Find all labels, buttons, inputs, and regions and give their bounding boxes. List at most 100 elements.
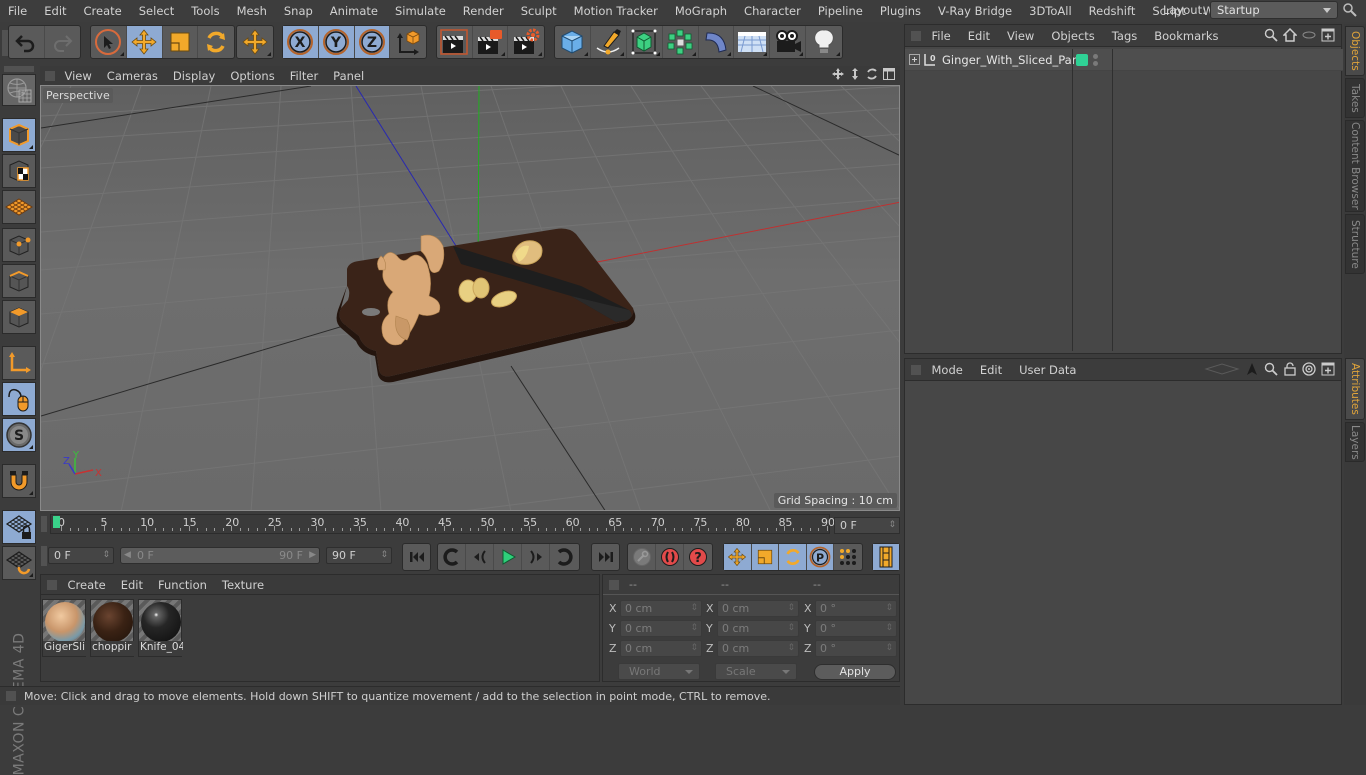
- workplane-align-button[interactable]: [2, 546, 36, 580]
- viewport-menu-view[interactable]: View: [57, 69, 99, 83]
- material-swatch-chopping-board[interactable]: choppir: [90, 599, 135, 657]
- object-menu-objects[interactable]: Objects: [1043, 29, 1103, 43]
- go-to-start-button[interactable]: [403, 544, 430, 570]
- search-icon[interactable]: [1264, 28, 1278, 42]
- solo-mode-button[interactable]: S: [2, 418, 36, 452]
- status-grip[interactable]: [6, 691, 16, 701]
- bend-deformer-button[interactable]: [699, 26, 735, 58]
- coordinate-type-dropdown[interactable]: Scale: [715, 663, 797, 680]
- size-z-field[interactable]: 0 cm: [717, 640, 799, 657]
- editor-visibility-dot[interactable]: [1093, 54, 1098, 59]
- up-arrow-icon[interactable]: [1245, 362, 1259, 376]
- timeline-playhead[interactable]: [53, 516, 60, 528]
- size-y-field[interactable]: 0 cm: [717, 620, 799, 637]
- size-x-field[interactable]: 0 cm: [717, 600, 799, 617]
- new-panel-icon[interactable]: [1321, 28, 1335, 42]
- menu-mesh[interactable]: Mesh: [228, 4, 275, 18]
- attribute-menu-grip[interactable]: [911, 364, 921, 375]
- workplane-lock-button[interactable]: [2, 510, 36, 544]
- viewport-perspective[interactable]: Perspective Y X Z Grid Spacing : 10 cm: [40, 85, 900, 511]
- pen-spline-button[interactable]: [591, 26, 627, 58]
- tab-content-browser[interactable]: Content Browser: [1345, 120, 1365, 212]
- menu-simulate[interactable]: Simulate: [386, 4, 454, 18]
- menu-select[interactable]: Select: [130, 4, 182, 18]
- home-icon[interactable]: [1283, 28, 1297, 42]
- object-menu-tags[interactable]: Tags: [1103, 29, 1145, 43]
- object-menu-file[interactable]: File: [923, 29, 959, 43]
- polygons-mode-button[interactable]: [2, 300, 36, 334]
- attribute-menu-mode[interactable]: Mode: [923, 363, 971, 377]
- menu-3dtoall[interactable]: 3DToAll: [1021, 4, 1081, 18]
- keyframe-selection-button[interactable]: [628, 544, 656, 570]
- scale-key-button[interactable]: [751, 544, 780, 570]
- z-axis-lock-button[interactable]: Z: [354, 26, 391, 58]
- menu-render[interactable]: Render: [454, 4, 512, 18]
- object-menu-bookmarks[interactable]: Bookmarks: [1146, 29, 1227, 43]
- recent-tool-button[interactable]: [237, 26, 273, 58]
- timeline-ruler[interactable]: 0 5 10 15 20 25 30 35 40 45 50 55 60 65 70 75 80 85 90: [50, 514, 835, 534]
- point-level-animation-button[interactable]: [834, 544, 862, 570]
- render-settings-button[interactable]: [508, 26, 544, 58]
- object-name[interactable]: Ginger_With_Sliced_Part: [942, 53, 1081, 67]
- position-y-field[interactable]: 0 cm: [620, 620, 702, 637]
- cube-button[interactable]: [555, 26, 591, 58]
- render-view-button[interactable]: [437, 26, 473, 58]
- material-menu-function[interactable]: Function: [151, 578, 215, 592]
- material-swatch-knife[interactable]: Knife_04: [138, 599, 183, 657]
- edges-mode-button[interactable]: [2, 264, 36, 298]
- tab-structure[interactable]: Structure: [1345, 214, 1365, 274]
- menu-motion-tracker[interactable]: Motion Tracker: [565, 4, 666, 18]
- coordinate-system-button[interactable]: [390, 26, 426, 58]
- new-panel-icon[interactable]: [1321, 362, 1335, 376]
- parameter-key-button[interactable]: P: [806, 544, 835, 570]
- menu-sculpt[interactable]: Sculpt: [512, 4, 565, 18]
- render-visibility-dot[interactable]: [1093, 61, 1098, 66]
- make-editable-button[interactable]: [2, 74, 36, 106]
- object-menu-view[interactable]: View: [999, 29, 1043, 43]
- tab-takes[interactable]: Takes: [1345, 78, 1365, 118]
- viewport-menu-panel[interactable]: Panel: [326, 69, 372, 83]
- lock-icon[interactable]: [1283, 362, 1297, 376]
- end-frame-field[interactable]: 90 F: [326, 547, 392, 564]
- material-menu-create[interactable]: Create: [60, 578, 113, 592]
- viewport-menu-options[interactable]: Options: [223, 69, 282, 83]
- undo-button[interactable]: [9, 26, 45, 58]
- menu-animate[interactable]: Animate: [321, 4, 386, 18]
- search-icon[interactable]: [1264, 362, 1278, 376]
- search-icon[interactable]: [1342, 2, 1358, 18]
- tab-attributes[interactable]: Attributes: [1345, 358, 1365, 420]
- zoom-view-icon[interactable]: [848, 67, 862, 81]
- menu-vray-bridge[interactable]: V-Ray Bridge: [930, 4, 1021, 18]
- y-axis-lock-button[interactable]: Y: [318, 26, 355, 58]
- rotation-b-field[interactable]: 0 °: [815, 640, 897, 657]
- menu-edit[interactable]: Edit: [36, 4, 75, 18]
- tweak-mode-button[interactable]: [2, 382, 36, 416]
- camera-button[interactable]: [770, 26, 807, 58]
- next-frame-button[interactable]: [522, 544, 550, 570]
- snap-button[interactable]: [2, 464, 36, 498]
- render-to-picture-viewer-button[interactable]: [473, 26, 509, 58]
- position-x-field[interactable]: 0 cm: [620, 600, 702, 617]
- redo-button[interactable]: [45, 26, 81, 58]
- start-frame-field[interactable]: 0 F: [48, 547, 114, 564]
- menu-file[interactable]: File: [0, 4, 36, 18]
- move-view-icon[interactable]: [831, 67, 845, 81]
- light-button[interactable]: [806, 26, 842, 58]
- rotation-p-field[interactable]: 0 °: [815, 620, 897, 637]
- maximize-view-icon[interactable]: [882, 67, 896, 81]
- coordinates-grip[interactable]: [609, 579, 619, 590]
- autokeying-button[interactable]: ?: [684, 544, 712, 570]
- left-toolbar-grip[interactable]: [4, 66, 34, 72]
- material-swatch-ginger[interactable]: GigerSli: [42, 599, 87, 657]
- play-button[interactable]: [494, 544, 522, 570]
- menu-pipeline[interactable]: Pipeline: [809, 4, 871, 18]
- viewport-menu-display[interactable]: Display: [165, 69, 222, 83]
- texture-mode-button[interactable]: [2, 154, 36, 188]
- layout-dropdown[interactable]: Startup: [1209, 1, 1338, 19]
- material-menu-grip[interactable]: [47, 579, 57, 590]
- menu-create[interactable]: Create: [75, 4, 130, 18]
- scale-tool-button[interactable]: [163, 26, 199, 58]
- transport-grip[interactable]: [41, 546, 47, 566]
- viewport-menu-grip[interactable]: [45, 70, 55, 81]
- viewport-menu-cameras[interactable]: Cameras: [99, 69, 165, 83]
